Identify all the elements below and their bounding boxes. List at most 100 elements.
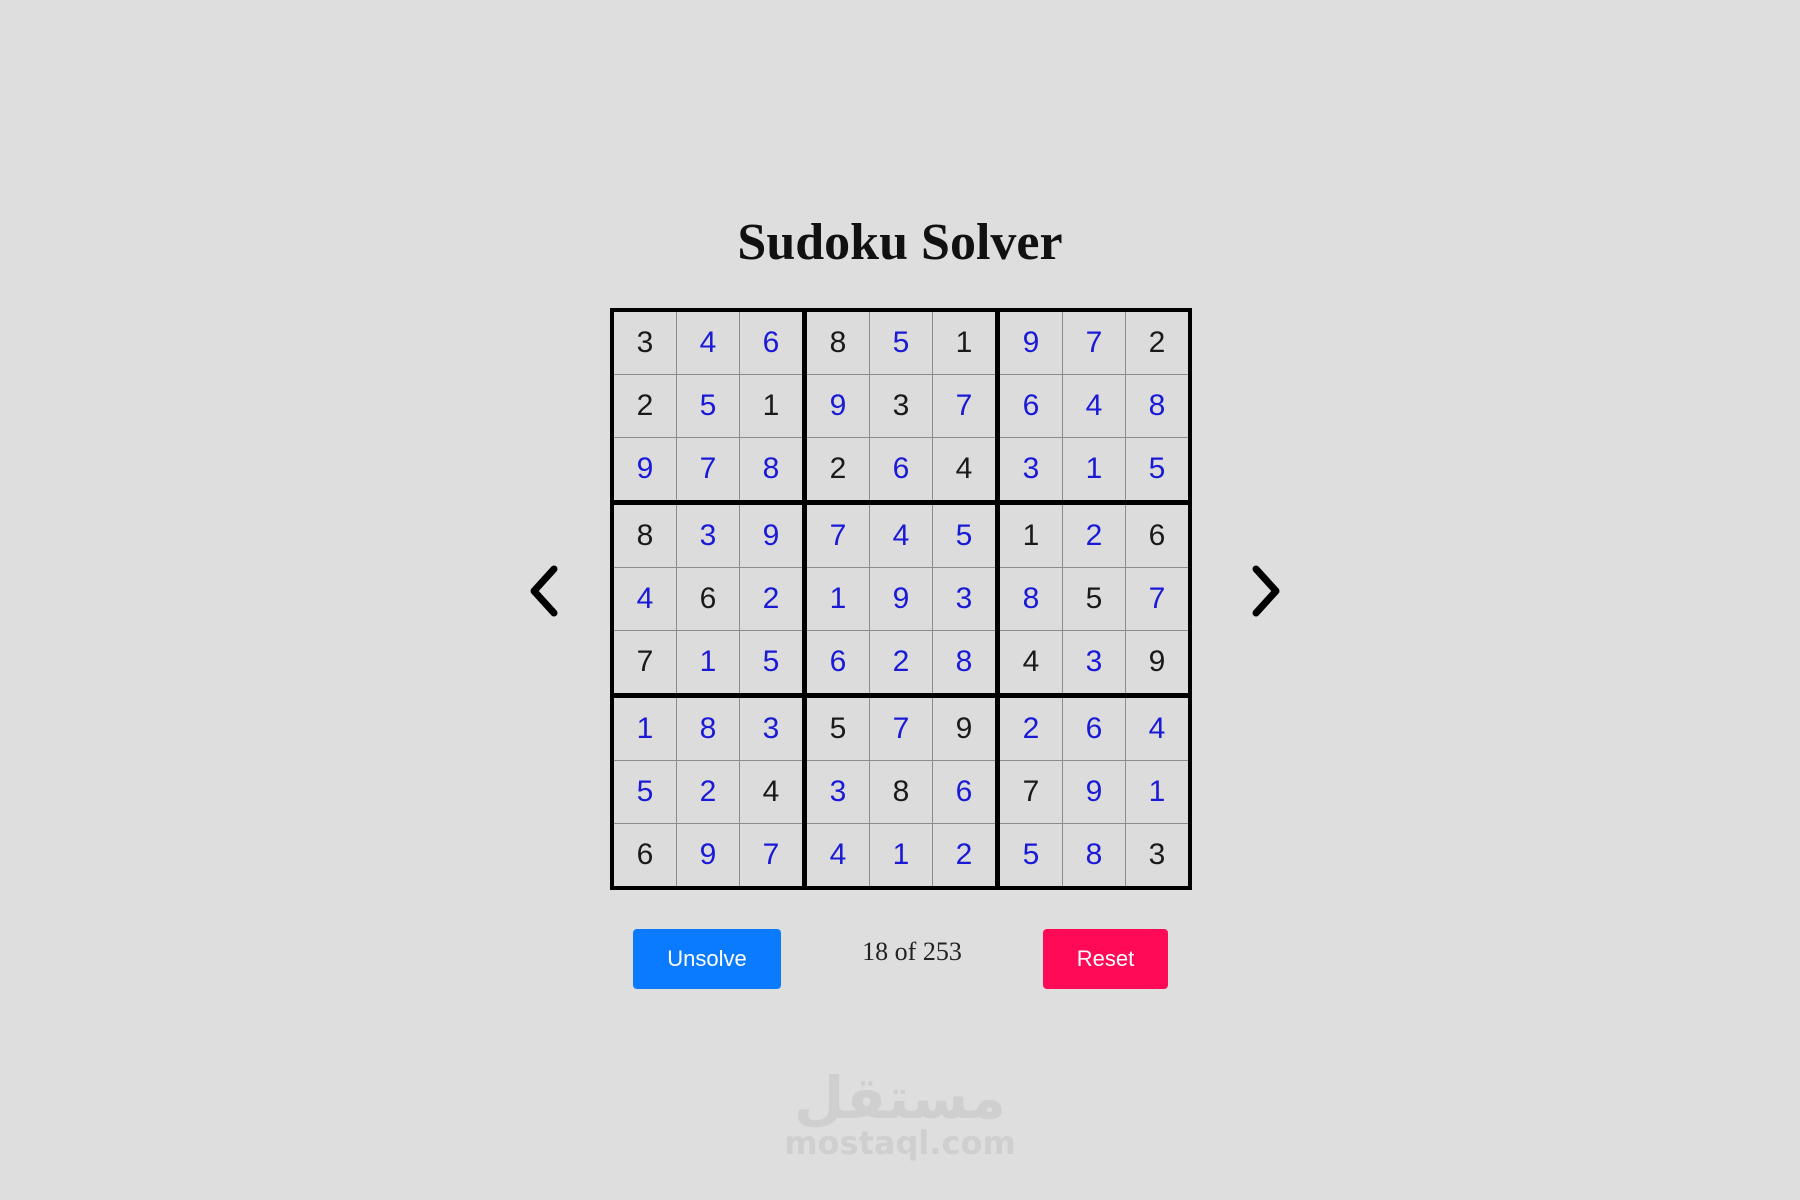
sudoku-board: 3462519788519372649726483158394627157451… xyxy=(610,308,1192,890)
sudoku-cell[interactable]: 3 xyxy=(870,375,932,437)
sudoku-cell[interactable]: 8 xyxy=(1126,375,1188,437)
sudoku-cell[interactable]: 7 xyxy=(1063,312,1125,374)
watermark-latin: mostaql.com xyxy=(784,1124,1016,1162)
sudoku-cell[interactable]: 9 xyxy=(870,568,932,630)
sudoku-cell[interactable]: 5 xyxy=(740,631,802,693)
sudoku-cell[interactable]: 1 xyxy=(740,375,802,437)
sudoku-cell[interactable]: 6 xyxy=(1126,505,1188,567)
sudoku-cell[interactable]: 8 xyxy=(1063,824,1125,886)
sudoku-cell[interactable]: 4 xyxy=(740,761,802,823)
sudoku-cell[interactable]: 6 xyxy=(870,438,932,500)
sudoku-cell[interactable]: 5 xyxy=(1126,438,1188,500)
sudoku-cell[interactable]: 2 xyxy=(740,568,802,630)
sudoku-cell[interactable]: 6 xyxy=(807,631,869,693)
sudoku-cell[interactable]: 4 xyxy=(933,438,995,500)
sudoku-cell[interactable]: 7 xyxy=(677,438,739,500)
sudoku-cell[interactable]: 9 xyxy=(740,505,802,567)
sudoku-cell[interactable]: 7 xyxy=(740,824,802,886)
sudoku-cell[interactable]: 4 xyxy=(870,505,932,567)
sudoku-cell[interactable]: 6 xyxy=(677,568,739,630)
sudoku-cell[interactable]: 7 xyxy=(933,375,995,437)
sudoku-cell[interactable]: 9 xyxy=(1063,761,1125,823)
sudoku-cell[interactable]: 3 xyxy=(1063,631,1125,693)
sudoku-cell[interactable]: 9 xyxy=(1126,631,1188,693)
reset-button[interactable]: Reset xyxy=(1043,929,1168,989)
sudoku-cell[interactable]: 5 xyxy=(614,761,676,823)
sudoku-cell[interactable]: 7 xyxy=(1000,761,1062,823)
sudoku-box: 126 857 439 xyxy=(1000,505,1188,693)
sudoku-box: 745 193 628 xyxy=(807,505,995,693)
sudoku-cell[interactable]: 2 xyxy=(870,631,932,693)
sudoku-cell[interactable]: 3 xyxy=(1000,438,1062,500)
sudoku-cell[interactable]: 5 xyxy=(933,505,995,567)
chevron-right-icon xyxy=(1252,565,1280,617)
sudoku-cell[interactable]: 6 xyxy=(1063,698,1125,760)
sudoku-cell[interactable]: 1 xyxy=(1063,438,1125,500)
sudoku-cell[interactable]: 6 xyxy=(933,761,995,823)
sudoku-cell[interactable]: 5 xyxy=(807,698,869,760)
sudoku-cell[interactable]: 3 xyxy=(807,761,869,823)
sudoku-cell[interactable]: 7 xyxy=(807,505,869,567)
sudoku-cell[interactable]: 4 xyxy=(614,568,676,630)
sudoku-cell[interactable]: 2 xyxy=(677,761,739,823)
sudoku-cell[interactable]: 3 xyxy=(677,505,739,567)
sudoku-cell[interactable]: 1 xyxy=(807,568,869,630)
sudoku-cell[interactable]: 8 xyxy=(933,631,995,693)
unsolve-button[interactable]: Unsolve xyxy=(633,929,781,989)
sudoku-cell[interactable]: 5 xyxy=(1000,824,1062,886)
sudoku-cell[interactable]: 2 xyxy=(933,824,995,886)
sudoku-cell[interactable]: 6 xyxy=(1000,375,1062,437)
chevron-left-icon xyxy=(530,565,558,617)
sudoku-cell[interactable]: 9 xyxy=(614,438,676,500)
sudoku-cell[interactable]: 8 xyxy=(740,438,802,500)
sudoku-box: 183 524 697 xyxy=(614,698,802,886)
sudoku-cell[interactable]: 6 xyxy=(614,824,676,886)
sudoku-box: 839 462 715 xyxy=(614,505,802,693)
sudoku-cell[interactable]: 8 xyxy=(677,698,739,760)
sudoku-cell[interactable]: 9 xyxy=(933,698,995,760)
next-puzzle-button[interactable] xyxy=(1236,556,1296,626)
sudoku-cell[interactable]: 1 xyxy=(933,312,995,374)
watermark-arabic: مستقل xyxy=(793,1064,1007,1132)
sudoku-cell[interactable]: 2 xyxy=(1126,312,1188,374)
sudoku-cell[interactable]: 5 xyxy=(677,375,739,437)
sudoku-cell[interactable]: 7 xyxy=(1126,568,1188,630)
sudoku-cell[interactable]: 4 xyxy=(677,312,739,374)
sudoku-cell[interactable]: 2 xyxy=(1063,505,1125,567)
sudoku-cell[interactable]: 4 xyxy=(807,824,869,886)
sudoku-cell[interactable]: 9 xyxy=(807,375,869,437)
sudoku-box: 346 251 978 xyxy=(614,312,802,500)
sudoku-cell[interactable]: 4 xyxy=(1063,375,1125,437)
sudoku-cell[interactable]: 1 xyxy=(870,824,932,886)
sudoku-cell[interactable]: 6 xyxy=(740,312,802,374)
sudoku-cell[interactable]: 3 xyxy=(614,312,676,374)
sudoku-cell[interactable]: 2 xyxy=(614,375,676,437)
sudoku-cell[interactable]: 8 xyxy=(1000,568,1062,630)
sudoku-cell[interactable]: 3 xyxy=(1126,824,1188,886)
sudoku-cell[interactable]: 8 xyxy=(614,505,676,567)
sudoku-cell[interactable]: 9 xyxy=(1000,312,1062,374)
sudoku-cell[interactable]: 8 xyxy=(807,312,869,374)
sudoku-box: 972 648 315 xyxy=(1000,312,1188,500)
sudoku-cell[interactable]: 5 xyxy=(1063,568,1125,630)
watermark-logo: مستقل mostaql.com xyxy=(780,1066,1020,1160)
sudoku-cell[interactable]: 5 xyxy=(870,312,932,374)
sudoku-cell[interactable]: 1 xyxy=(614,698,676,760)
sudoku-box: 264 791 583 xyxy=(1000,698,1188,886)
sudoku-cell[interactable]: 7 xyxy=(870,698,932,760)
page-title: Sudoku Solver xyxy=(737,214,1063,271)
sudoku-cell[interactable]: 1 xyxy=(1000,505,1062,567)
sudoku-box: 579 386 412 xyxy=(807,698,995,886)
sudoku-cell[interactable]: 2 xyxy=(1000,698,1062,760)
previous-puzzle-button[interactable] xyxy=(514,556,574,626)
sudoku-cell[interactable]: 8 xyxy=(870,761,932,823)
sudoku-cell[interactable]: 1 xyxy=(1126,761,1188,823)
sudoku-cell[interactable]: 7 xyxy=(614,631,676,693)
sudoku-cell[interactable]: 9 xyxy=(677,824,739,886)
sudoku-cell[interactable]: 1 xyxy=(677,631,739,693)
sudoku-cell[interactable]: 3 xyxy=(933,568,995,630)
sudoku-cell[interactable]: 2 xyxy=(807,438,869,500)
sudoku-cell[interactable]: 4 xyxy=(1000,631,1062,693)
sudoku-cell[interactable]: 4 xyxy=(1126,698,1188,760)
sudoku-cell[interactable]: 3 xyxy=(740,698,802,760)
